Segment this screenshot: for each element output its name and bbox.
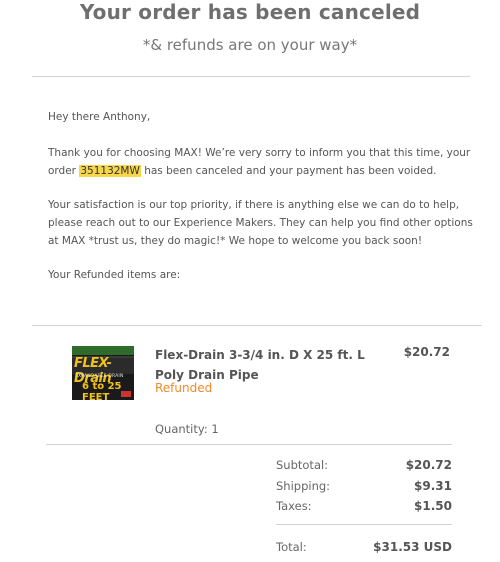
product-image-subline: EXPANDABLE DRAIN: [75, 374, 124, 379]
divider-quantity: [46, 444, 452, 445]
divider-total: [276, 524, 452, 525]
total-label: Total:: [276, 540, 307, 554]
shipping-label: Shipping:: [276, 479, 331, 493]
email-title: Your order has been canceled: [79, 0, 421, 24]
product-status: Refunded: [155, 381, 213, 395]
product-price: $20.72: [403, 345, 450, 359]
subtotal-value: $20.72: [405, 458, 452, 472]
order-number: 351132MW: [79, 165, 141, 177]
taxes-value: $1.50: [414, 499, 452, 513]
total-value: $31.53 USD: [373, 540, 452, 554]
cancel-paragraph: Thank you for choosing MAX! We’re very s…: [48, 144, 480, 180]
divider-items: [32, 325, 482, 326]
refunded-items-intro: Your Refunded items are:: [48, 269, 181, 281]
divider-top: [32, 76, 470, 77]
taxes-label: Taxes:: [276, 499, 312, 513]
email-subtitle: *& refunds are on your way*: [142, 36, 358, 54]
greeting: Hey there Anthony,: [48, 111, 151, 123]
cancel-paragraph-end: has been canceled and your payment has b…: [140, 165, 437, 177]
product-name: Flex-Drain 3-3/4 in. D X 25 ft. L Poly D…: [155, 348, 365, 382]
shipping-value: $9.31: [414, 479, 452, 493]
product-image: FLEX-Drain EXPANDABLE DRAIN 6 to 25 FEET: [72, 346, 134, 400]
flag-icon: [121, 391, 131, 397]
subtotal-label: Subtotal:: [276, 458, 329, 472]
product-quantity: Quantity: 1: [155, 422, 219, 436]
satisfaction-paragraph: Your satisfaction is our top priority, i…: [48, 199, 473, 247]
product-image-banner: [72, 346, 134, 355]
